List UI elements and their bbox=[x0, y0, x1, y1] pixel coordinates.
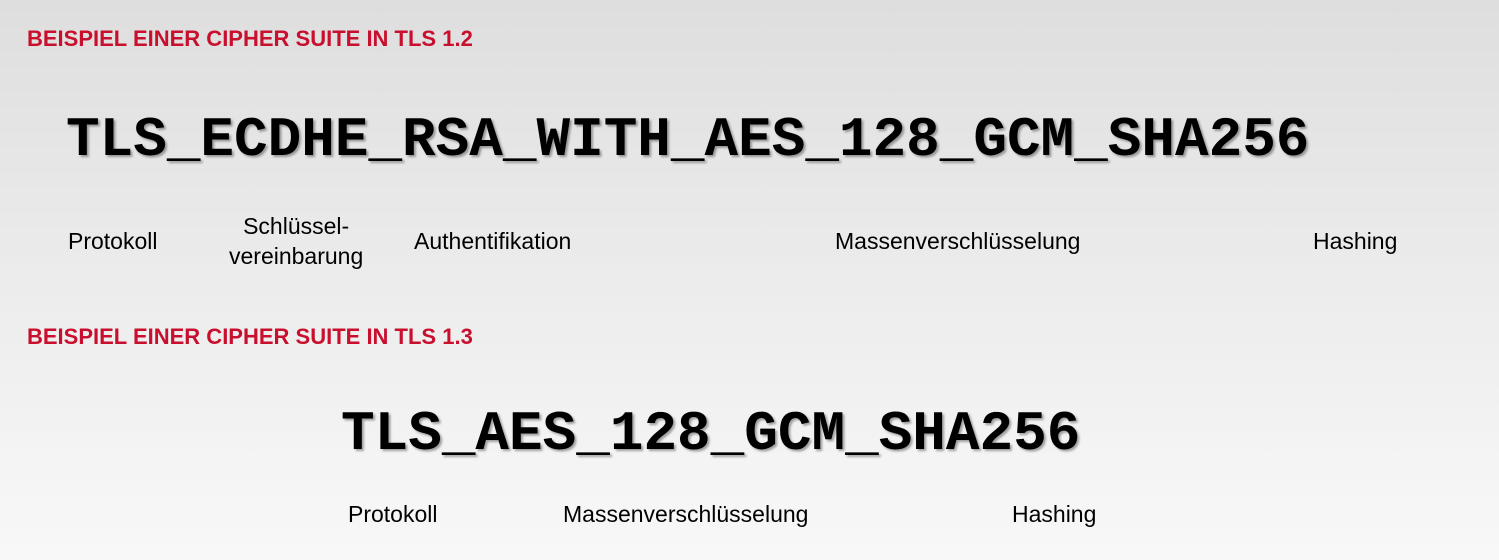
tls12-heading: BEISPIEL EINER CIPHER SUITE IN TLS 1.2 bbox=[27, 26, 473, 51]
tls13-label-hashing: Hashing bbox=[1012, 501, 1097, 527]
tls13-label-protocol: Protokoll bbox=[348, 501, 438, 527]
tls12-label-hashing: Hashing bbox=[1313, 228, 1398, 254]
tls12-label-protocol: Protokoll bbox=[68, 228, 158, 254]
tls12-cipher-suite-name: TLS_ECDHE_RSA_WITH_AES_128_GCM_SHA256 bbox=[66, 108, 1310, 172]
tls12-label-key-exchange: Schlüssel- vereinbarung bbox=[229, 211, 363, 271]
tls13-cipher-suite-name: TLS_AES_128_GCM_SHA256 bbox=[341, 402, 1081, 466]
tls12-label-key-exchange-line2: vereinbarung bbox=[229, 243, 364, 269]
tls12-label-bulk-encryption: Massenverschlüsselung bbox=[835, 228, 1081, 254]
tls13-heading: BEISPIEL EINER CIPHER SUITE IN TLS 1.3 bbox=[27, 324, 473, 349]
tls12-label-key-exchange-line1: Schlüssel- bbox=[243, 213, 350, 239]
tls12-label-authentication: Authentifikation bbox=[414, 228, 572, 254]
tls13-label-bulk-encryption: Massenverschlüsselung bbox=[563, 501, 809, 527]
